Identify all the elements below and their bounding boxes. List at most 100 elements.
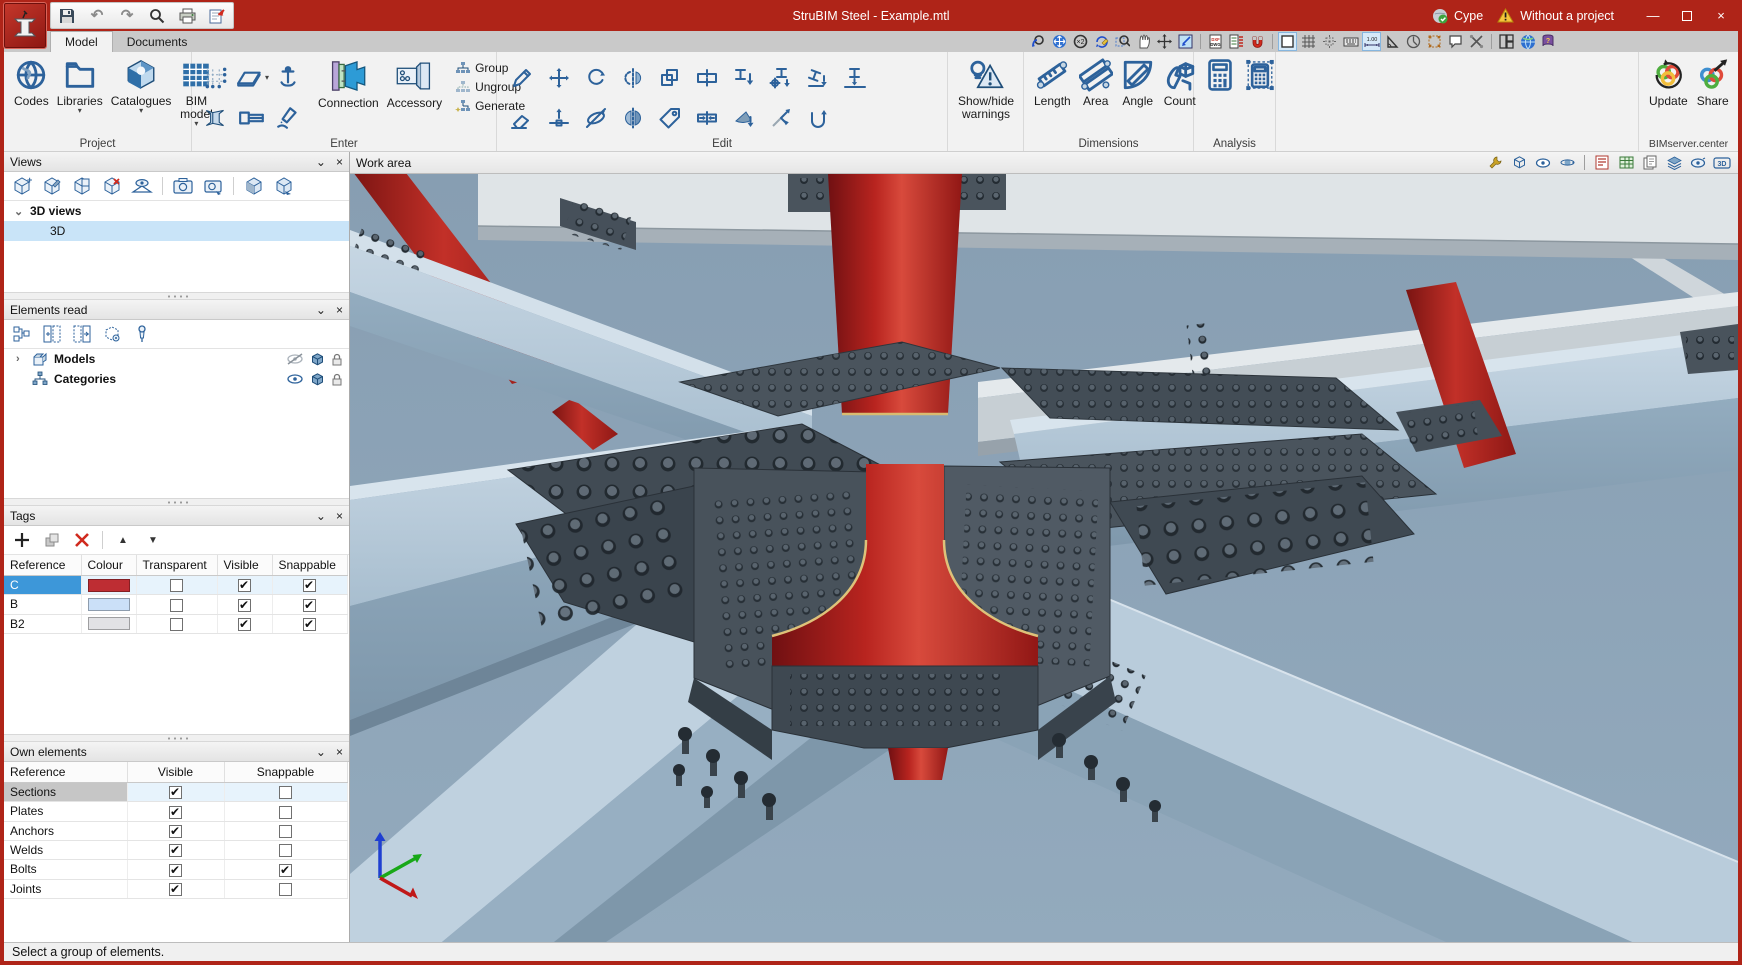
own-element-row[interactable]: Plates [4, 801, 348, 822]
area-button[interactable]: Area [1075, 56, 1117, 110]
search-button[interactable] [147, 6, 167, 26]
export-clipping-button[interactable] [272, 175, 296, 197]
stereo-3d-icon[interactable]: 3D [1712, 154, 1732, 172]
own-elements-collapse-chevron-icon[interactable]: ⌄ [316, 746, 326, 758]
tags-col-visible[interactable]: Visible [217, 555, 273, 576]
bimserver-update-button[interactable]: Update [1645, 56, 1692, 110]
app-icon[interactable] [3, 2, 47, 49]
own-col-snappable[interactable]: Snappable [224, 762, 348, 783]
clipping-box-button[interactable] [242, 175, 266, 197]
own-col-reference[interactable]: Reference [4, 762, 128, 783]
redo-button[interactable]: ↷ [117, 6, 137, 26]
background-toggle-icon[interactable] [1278, 32, 1297, 51]
preview-eye-icon[interactable] [1688, 154, 1708, 172]
visible-checkbox[interactable] [238, 617, 251, 631]
edit-insert-section-button[interactable] [725, 58, 762, 98]
visible-checkbox[interactable] [238, 578, 251, 593]
visible-checkbox[interactable] [238, 598, 251, 612]
delete-tag-button[interactable] [70, 529, 94, 551]
snappable-checkbox[interactable] [279, 824, 292, 838]
visibility-off-icon[interactable] [286, 352, 304, 366]
add-tag-button[interactable] [10, 529, 34, 551]
insert-grid-button[interactable] [198, 58, 234, 98]
panel-splitter[interactable] [4, 292, 349, 300]
dxf-dwg-templates-icon[interactable]: DXF DWG [1206, 32, 1225, 51]
comments-icon[interactable] [1446, 32, 1465, 51]
edit-modify-button[interactable] [503, 58, 540, 98]
lock-icon[interactable] [331, 372, 343, 387]
visible-checkbox[interactable] [169, 882, 182, 896]
show-hide-warnings-button[interactable]: Show/hide warnings [954, 56, 1018, 123]
insert-bolt-button[interactable] [234, 98, 270, 138]
edit-lower-section-button[interactable] [836, 58, 873, 98]
expander-icon[interactable]: › [16, 353, 26, 365]
edit-symmetry-copy-button[interactable] [614, 58, 651, 98]
pan-icon[interactable] [1134, 32, 1153, 51]
edit-insert-section-tilted-button[interactable] [799, 58, 836, 98]
own-col-visible[interactable]: Visible [127, 762, 225, 783]
own-element-row[interactable]: Anchors [4, 821, 348, 841]
angle-button[interactable]: Angle [1117, 56, 1159, 110]
insert-weld-button[interactable] [270, 98, 306, 138]
bimserver-share-button[interactable]: Share [1692, 56, 1734, 110]
box-mode-icon[interactable] [310, 352, 325, 367]
analysis-selection-button[interactable] [1240, 56, 1280, 94]
account-badge[interactable]: Cype [1432, 8, 1483, 24]
add-view-button[interactable]: + [10, 175, 34, 197]
edit-free-dimension-button[interactable] [762, 98, 799, 138]
own-element-row[interactable]: Welds [4, 840, 348, 861]
tree-expand-all-button[interactable] [70, 323, 94, 345]
layers-icon[interactable] [1664, 154, 1684, 172]
snappable-checkbox[interactable] [279, 863, 292, 877]
window-layout-icon[interactable] [1497, 32, 1516, 51]
snappable-checkbox[interactable] [303, 617, 316, 631]
visible-checkbox[interactable] [169, 785, 182, 800]
snappable-checkbox[interactable] [279, 882, 292, 896]
edit-tag-button[interactable] [651, 98, 688, 138]
panel-splitter[interactable] [4, 498, 349, 506]
transparent-checkbox[interactable] [170, 579, 183, 593]
title-bar[interactable]: ↶ ↷ StruBIM Steel - Example.mtl Cype Wit… [0, 0, 1742, 49]
viewport-visibility-icon[interactable] [1533, 154, 1553, 172]
tags-col-colour[interactable]: Colour [81, 555, 137, 576]
viewport-tools-icon[interactable] [1485, 154, 1505, 172]
perspective-button[interactable] [130, 175, 154, 197]
grid-toggle-icon[interactable] [1299, 32, 1318, 51]
delete-view-button[interactable] [100, 175, 124, 197]
elements-close-icon[interactable]: × [336, 304, 343, 316]
viewport-orbit-icon[interactable] [1557, 154, 1577, 172]
tag-row[interactable]: B2 [4, 614, 348, 634]
libraries-button[interactable]: Libraries ▾ [53, 56, 107, 116]
zoom-previous-icon[interactable] [1029, 32, 1048, 51]
views-close-icon[interactable]: × [336, 156, 343, 168]
insert-section-button[interactable] [198, 98, 234, 138]
orthogonal-mode-icon[interactable] [1383, 32, 1402, 51]
dimension-display-icon[interactable]: 1.00 [1362, 32, 1381, 51]
tree-item-3d[interactable]: 3D [4, 221, 349, 241]
tags-col-reference[interactable]: Reference [4, 555, 82, 576]
redraw-icon[interactable] [1092, 32, 1111, 51]
own-elements-close-icon[interactable]: × [336, 746, 343, 758]
views-collapse-chevron-icon[interactable]: ⌄ [316, 156, 326, 168]
edit-turn-section-button[interactable] [799, 98, 836, 138]
tree-expand-level1-button[interactable] [40, 323, 64, 345]
duplicate-view-button[interactable] [70, 175, 94, 197]
tags-close-icon[interactable]: × [336, 510, 343, 522]
project-warning-badge[interactable]: Without a project [1497, 8, 1614, 23]
edit-insert-cone-button[interactable] [725, 98, 762, 138]
edit-rotate-axis-button[interactable] [577, 98, 614, 138]
isolate-element-button[interactable] [100, 323, 124, 345]
selection-region-icon[interactable] [1425, 32, 1444, 51]
lock-icon[interactable] [331, 352, 343, 367]
scroll-view-icon[interactable] [1155, 32, 1174, 51]
close-button[interactable]: × [1706, 5, 1736, 27]
colour-swatch[interactable] [81, 594, 137, 615]
snappable-checkbox[interactable] [279, 805, 292, 819]
snap-grid-icon[interactable] [1320, 32, 1339, 51]
fit-window-icon[interactable] [1176, 32, 1195, 51]
protractor-icon[interactable] [1404, 32, 1423, 51]
tags-collapse-chevron-icon[interactable]: ⌄ [316, 510, 326, 522]
object-snap-magnet-icon[interactable] [1248, 32, 1267, 51]
own-element-row[interactable]: Bolts [4, 859, 348, 880]
minimize-button[interactable]: — [1638, 5, 1668, 27]
